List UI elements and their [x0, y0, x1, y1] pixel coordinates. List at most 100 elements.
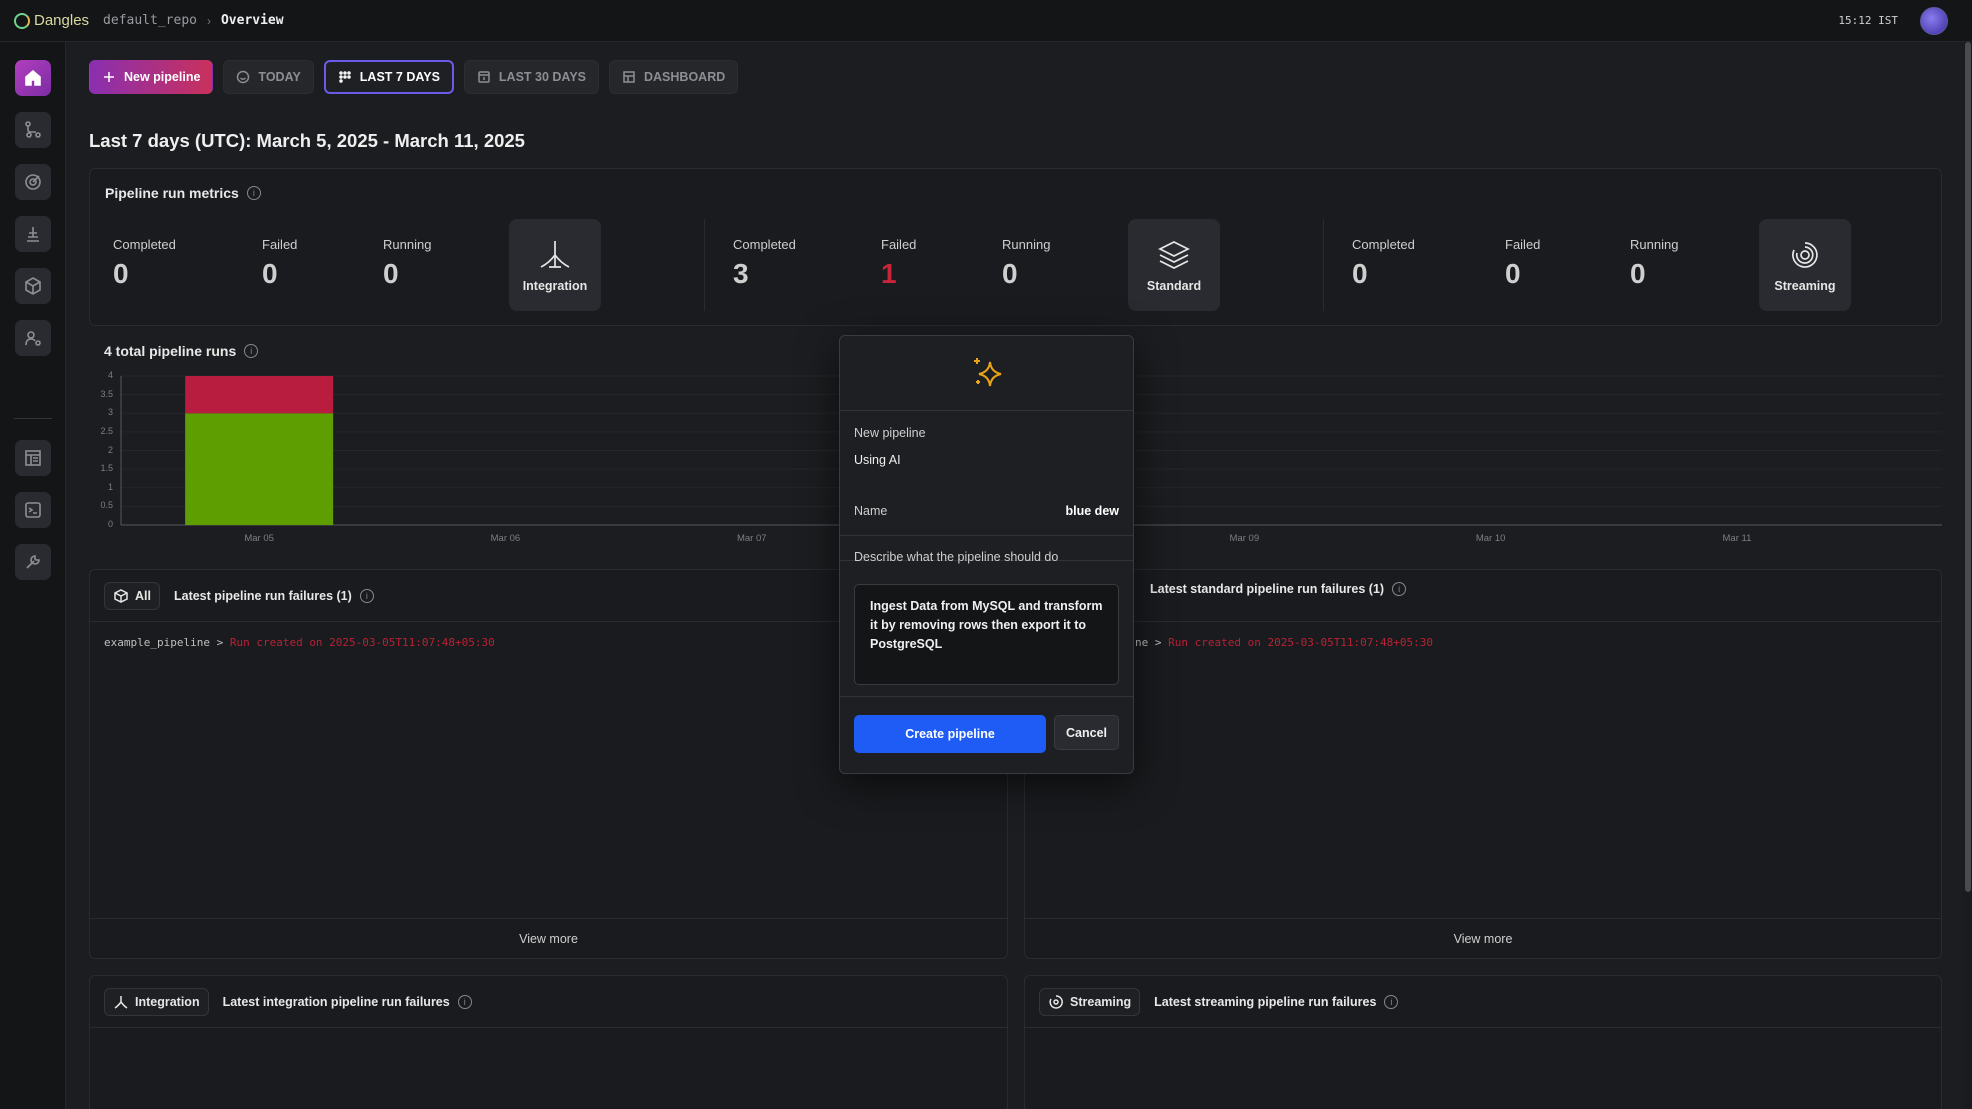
sidebar-item-users[interactable] — [15, 320, 51, 356]
metric-label: Completed — [1352, 237, 1415, 252]
metric-value: 0 — [1002, 258, 1018, 289]
sidebar-item-terminal[interactable] — [15, 492, 51, 528]
app-name: Dangles — [34, 12, 90, 29]
x-tick-label: Mar 05 — [244, 533, 274, 544]
dashboard-label: DASHBOARD — [644, 70, 726, 84]
chevron-right-icon: › — [206, 13, 211, 28]
row-separator: > — [1154, 636, 1162, 649]
cube-icon — [25, 277, 41, 295]
runs-icon — [27, 227, 39, 242]
info-icon[interactable]: i — [1384, 995, 1399, 1009]
standard-tile[interactable]: Standard — [1128, 219, 1220, 311]
scrollbar[interactable] — [1964, 42, 1972, 1109]
modal-footer: Create pipeline Cancel — [840, 696, 1133, 775]
metric-label: Completed — [733, 237, 796, 252]
name-row[interactable]: Name blue dew — [840, 486, 1133, 536]
metrics-divider — [704, 219, 705, 311]
integration-tile[interactable]: Integration — [509, 219, 601, 311]
panel-header: Streaming Latest streaming pipeline run … — [1039, 988, 1399, 1016]
last-30-days-button[interactable]: LAST 30 DAYS — [463, 60, 599, 94]
all-failures-title: Latest pipeline run failures (1) i — [174, 589, 374, 603]
cube-icon — [114, 589, 128, 603]
integration-failures-title: Latest integration pipeline run failures… — [223, 995, 472, 1009]
streaming-pill[interactable]: Streaming — [1039, 988, 1141, 1016]
description-textarea[interactable]: Ingest Data from MySQL and transform it … — [854, 584, 1119, 685]
dashboard-icon — [623, 71, 635, 83]
failure-row[interactable]: ne > Run created on 2025-03-05T11:07:48+… — [1135, 636, 1433, 649]
info-icon[interactable]: i — [246, 186, 261, 200]
all-pill[interactable]: All — [104, 582, 160, 610]
pipelines-icon — [25, 121, 41, 138]
view-more-button[interactable]: View more — [90, 918, 1007, 958]
pipeline-name[interactable]: ne — [1135, 636, 1148, 649]
failure-row[interactable]: example_pipeline > Run created on 2025-0… — [104, 636, 495, 649]
info-icon[interactable]: i — [1392, 582, 1407, 596]
integration-pill-label: Integration — [135, 995, 200, 1009]
streaming-failed: Failed 0 — [1505, 237, 1540, 290]
streaming-running: Running 0 — [1630, 237, 1678, 290]
breadcrumb-page: Overview — [220, 13, 284, 28]
streaming-pill-label: Streaming — [1070, 995, 1132, 1009]
panel-header: Integration Latest integration pipeline … — [104, 988, 472, 1016]
metric-label: Failed — [881, 237, 917, 252]
standard-running: Running 0 — [1002, 237, 1050, 290]
view-more-button[interactable]: View more — [1025, 918, 1941, 958]
last-30-days-label: LAST 30 DAYS — [498, 70, 586, 84]
standard-failures-title-text: Latest standard pipeline run failures (1… — [1150, 582, 1385, 596]
dashboard-button[interactable]: DASHBOARD — [609, 60, 739, 94]
divider — [1025, 621, 1941, 622]
metrics-divider — [1323, 219, 1324, 311]
sidebar-item-home[interactable] — [15, 60, 51, 96]
metric-value: 3 — [733, 258, 749, 289]
x-tick-label: Mar 10 — [1475, 533, 1506, 544]
app-logo[interactable]: Dangles — [14, 12, 89, 29]
create-pipeline-button[interactable]: Create pipeline — [854, 715, 1046, 753]
layers-icon — [1158, 241, 1190, 269]
name-field[interactable]: blue dew — [1066, 504, 1119, 518]
sidebar-item-blocks[interactable] — [15, 268, 51, 304]
integration-pill[interactable]: Integration — [104, 988, 209, 1016]
info-icon[interactable]: i — [359, 589, 374, 603]
toolbar: New pipeline TODAY LAST 7 DAYS LAST 30 D… — [89, 60, 739, 94]
chart-bar[interactable] — [185, 376, 334, 414]
standard-failures-panel: Latest standard pipeline run failures (1… — [1024, 569, 1942, 959]
x-tick-label: Mar 06 — [490, 533, 521, 544]
metric-value: 0 — [113, 258, 129, 289]
chart-bar[interactable] — [185, 413, 334, 525]
today-button[interactable]: TODAY — [223, 60, 314, 94]
panel-header: All Latest pipeline run failures (1) i — [104, 582, 374, 610]
metric-value: 0 — [1630, 258, 1646, 289]
panel-header: Latest standard pipeline run failures (1… — [1150, 582, 1407, 596]
last-7-days-label: LAST 7 DAYS — [359, 70, 440, 84]
sidebar-item-templates[interactable] — [15, 440, 51, 476]
breadcrumb-repo[interactable]: default_repo — [103, 13, 197, 28]
y-tick-label: 3 — [107, 407, 113, 418]
streaming-tile[interactable]: Streaming — [1759, 219, 1851, 311]
run-link[interactable]: Run created on 2025-03-05T11:07:48+05:30 — [1168, 636, 1433, 649]
sidebar-item-triggers[interactable] — [15, 164, 51, 200]
divider — [90, 1027, 1007, 1028]
run-link[interactable]: Run created on 2025-03-05T11:07:48+05:30 — [230, 636, 495, 649]
scroll-thumb[interactable] — [1965, 42, 1971, 892]
home-icon — [25, 69, 41, 86]
info-icon[interactable]: i — [457, 995, 472, 1009]
user-settings-icon — [25, 331, 41, 346]
template-icon — [25, 450, 41, 466]
sidebar-item-runs[interactable] — [15, 216, 51, 252]
last-7-days-button[interactable]: LAST 7 DAYS — [323, 60, 454, 94]
sidebar-item-pipelines[interactable] — [15, 112, 51, 148]
avatar[interactable] — [1920, 7, 1948, 35]
new-pipeline-button[interactable]: New pipeline — [89, 60, 214, 94]
page-title: Last 7 days (UTC): March 5, 2025 - March… — [89, 130, 525, 151]
streaming-icon — [1792, 242, 1818, 268]
clock: 15:12 IST — [1838, 14, 1898, 27]
target-icon — [25, 174, 41, 190]
y-tick-label: 0.5 — [100, 500, 113, 511]
cancel-button[interactable]: Cancel — [1054, 715, 1119, 750]
pipeline-name[interactable]: example_pipeline — [104, 636, 210, 649]
name-label: Name — [854, 503, 888, 518]
sidebar-item-settings[interactable] — [15, 544, 51, 580]
streaming-failures-panel: Streaming Latest streaming pipeline run … — [1024, 975, 1942, 1109]
x-tick-label: Mar 07 — [736, 533, 767, 544]
standard-tile-label: Standard — [1146, 279, 1202, 293]
